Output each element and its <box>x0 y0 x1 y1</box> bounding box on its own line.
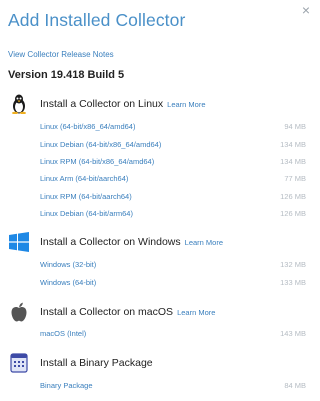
package-row[interactable]: Linux RPM (64-bit/aarch64) 126 MB <box>40 192 306 201</box>
package-row[interactable]: Linux Debian (64-bit/arm64) 126 MB <box>40 209 306 218</box>
package-size: 126 MB <box>280 192 306 201</box>
close-icon[interactable]: × <box>302 2 310 18</box>
section-binary-header: Install a Binary Package <box>8 352 153 374</box>
section-macos-header: Install a Collector on macOS Learn More <box>8 301 215 323</box>
package-link[interactable]: Windows (64-bit) <box>40 278 96 287</box>
dialog-title: Add Installed Collector <box>8 10 186 30</box>
release-notes-link[interactable]: View Collector Release Notes <box>8 50 114 59</box>
section-macos-title: Install a Collector on macOS <box>40 306 174 318</box>
package-size: 133 MB <box>280 278 306 287</box>
section-windows-title: Install a Collector on Windows <box>40 236 181 248</box>
section-linux-header: Install a Collector on Linux Learn More <box>8 93 206 115</box>
package-link[interactable]: Linux RPM (64-bit/aarch64) <box>40 192 132 201</box>
learn-more-windows-link[interactable]: Learn More <box>185 238 223 247</box>
package-size: 143 MB <box>280 329 306 338</box>
package-size: 134 MB <box>280 157 306 166</box>
learn-more-linux-link[interactable]: Learn More <box>167 100 205 109</box>
package-size: 94 MB <box>284 122 306 131</box>
apple-logo-icon <box>8 301 30 323</box>
package-row[interactable]: Windows (64-bit) 133 MB <box>40 278 306 287</box>
package-link[interactable]: Linux Arm (64-bit/aarch64) <box>40 174 128 183</box>
binary-package-icon <box>8 352 30 374</box>
package-size: 77 MB <box>284 174 306 183</box>
package-link[interactable]: Linux Debian (64-bit/arm64) <box>40 209 133 218</box>
package-row[interactable]: Linux Arm (64-bit/aarch64) 77 MB <box>40 174 306 183</box>
windows-logo-icon <box>8 231 30 253</box>
package-row[interactable]: Linux RPM (64-bit/x86_64/amd64) 134 MB <box>40 157 306 166</box>
package-link[interactable]: macOS (Intel) <box>40 329 86 338</box>
section-linux-title: Install a Collector on Linux <box>40 98 164 110</box>
package-size: 132 MB <box>280 260 306 269</box>
package-size: 126 MB <box>280 209 306 218</box>
linux-tux-icon <box>8 93 30 115</box>
learn-more-macos-link[interactable]: Learn More <box>177 308 215 317</box>
package-row[interactable]: Linux Debian (64-bit/x86_64/amd64) 134 MB <box>40 140 306 149</box>
package-size: 84 MB <box>284 381 306 390</box>
package-link[interactable]: Binary Package <box>40 381 93 390</box>
package-row[interactable]: Binary Package 84 MB <box>40 381 306 390</box>
package-link[interactable]: Linux (64-bit/x86_64/amd64) <box>40 122 135 131</box>
package-link[interactable]: Windows (32-bit) <box>40 260 96 269</box>
package-row[interactable]: Linux (64-bit/x86_64/amd64) 94 MB <box>40 122 306 131</box>
package-link[interactable]: Linux Debian (64-bit/x86_64/amd64) <box>40 140 161 149</box>
version-label: Version 19.418 Build 5 <box>8 69 125 81</box>
section-binary-title: Install a Binary Package <box>40 357 153 369</box>
package-link[interactable]: Linux RPM (64-bit/x86_64/amd64) <box>40 157 154 166</box>
package-row[interactable]: Windows (32-bit) 132 MB <box>40 260 306 269</box>
package-row[interactable]: macOS (Intel) 143 MB <box>40 329 306 338</box>
section-windows-header: Install a Collector on Windows Learn Mor… <box>8 231 223 253</box>
package-size: 134 MB <box>280 140 306 149</box>
